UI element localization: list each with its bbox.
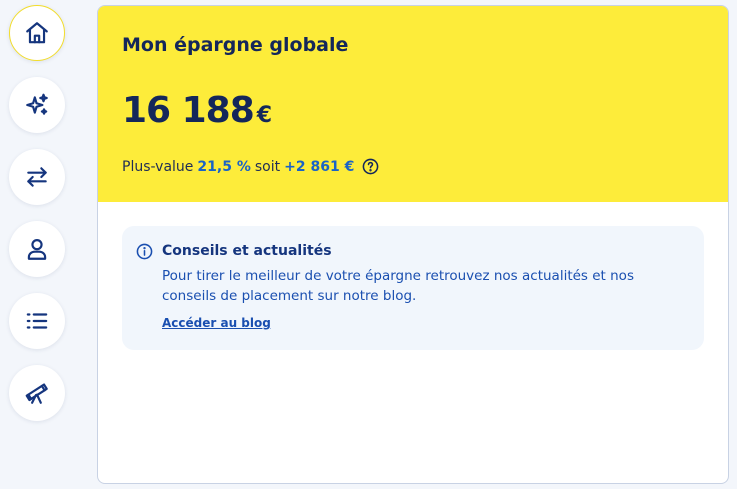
- advice-news-panel: Conseils et actualités Pour tirer le mei…: [122, 226, 704, 350]
- gain-connector: soit: [254, 158, 281, 175]
- help-button[interactable]: [362, 158, 379, 175]
- telescope-icon: [25, 383, 48, 404]
- nav-operations-button[interactable]: [9, 293, 65, 349]
- sidebar-nav: [9, 5, 65, 437]
- user-icon: [27, 239, 47, 260]
- sparkles-icon: [26, 93, 48, 115]
- card-title: Mon épargne globale: [122, 34, 349, 56]
- nav-profile-button[interactable]: [9, 221, 65, 277]
- savings-summary-header: Mon épargne globale 16 188 € Plus-value 2…: [98, 6, 728, 202]
- gain-percent: 21,5 %: [197, 158, 251, 175]
- transfer-arrows-icon: [27, 167, 47, 187]
- blog-link[interactable]: Accéder au blog: [162, 316, 271, 330]
- advice-title: Conseils et actualités: [162, 243, 332, 259]
- nav-discover-button[interactable]: [9, 77, 65, 133]
- list-icon: [26, 313, 48, 329]
- nav-explore-button[interactable]: [9, 365, 65, 421]
- info-circle-icon: [136, 243, 153, 260]
- capital-gain-line: Plus-value 21,5 % soit +2 861 €: [122, 158, 379, 175]
- total-savings: 16 188 €: [122, 90, 272, 131]
- gain-amount: +2 861 €: [284, 158, 355, 175]
- total-currency: €: [256, 103, 273, 128]
- home-icon: [26, 22, 48, 44]
- total-amount: 16 188: [122, 90, 255, 131]
- global-savings-card: Mon épargne globale 16 188 € Plus-value 2…: [97, 5, 729, 484]
- advice-text: Pour tirer le meilleur de votre épargne …: [162, 268, 634, 304]
- gain-label: Plus-value: [122, 158, 194, 175]
- question-circle-icon: [362, 158, 379, 175]
- nav-home-button[interactable]: [9, 5, 65, 61]
- nav-transfer-button[interactable]: [9, 149, 65, 205]
